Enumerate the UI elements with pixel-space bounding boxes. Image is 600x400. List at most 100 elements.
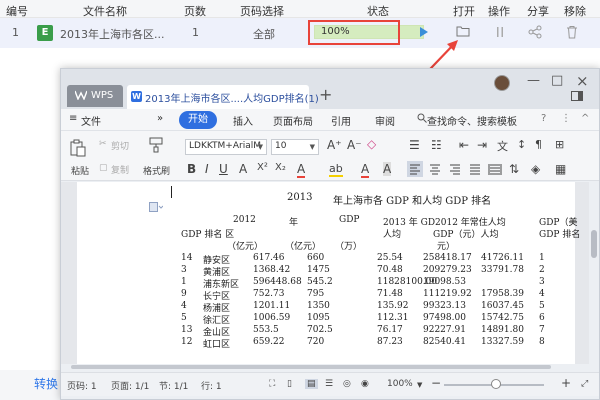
copy-label: 复制 (111, 166, 130, 176)
search-command-input[interactable]: 查找命令、搜索模板 (427, 113, 517, 128)
user-avatar[interactable] (494, 75, 510, 91)
strikethrough-icon[interactable]: A (239, 162, 247, 176)
read-mode-icon[interactable]: ▯ (287, 379, 292, 389)
col-remove: 移除 (564, 5, 586, 18)
subscript-icon[interactable]: X₂ (275, 162, 286, 173)
highlight-icon[interactable]: ab (329, 162, 343, 177)
char-shading-icon[interactable]: A (383, 162, 392, 176)
more-icon[interactable]: ⋮ (561, 113, 571, 124)
superscript-icon[interactable]: X² (257, 162, 268, 173)
status-bar: 页码: 1 页面: 1/1 节: 1/1 行: 1 ⛶ ▯ ▤ ☰ ◎ ◉ 10… (61, 372, 599, 396)
file-row[interactable]: 1 E 2013年上海市各区... 1 全部 (0, 18, 600, 48)
col-share: 分享 (527, 5, 549, 18)
tab-start[interactable]: 开始 (179, 111, 217, 129)
distribute-icon[interactable] (487, 161, 503, 177)
maximize-button[interactable]: □ (551, 73, 563, 88)
underline-icon[interactable]: U (219, 162, 228, 176)
chevron-down-icon: ▼ (257, 143, 263, 151)
tab-page-layout[interactable]: 页面布局 (273, 113, 313, 128)
sidebar-toggle-icon[interactable] (571, 91, 583, 101)
vertical-scroll-thumb[interactable] (591, 230, 597, 258)
zoom-slider-knob[interactable] (491, 379, 501, 389)
cell-2012-gdp: 1368.42 (253, 265, 291, 275)
menu-icon[interactable]: ≡ (69, 113, 77, 124)
fit-window-icon[interactable]: ⤢ (581, 379, 588, 389)
tab-review[interactable]: 审阅 (375, 113, 395, 128)
eye-protect-icon[interactable]: ◉ (361, 379, 369, 389)
zoom-value[interactable]: 100% (387, 379, 413, 389)
shrink-font-icon[interactable]: A⁻ (347, 138, 362, 152)
document-page[interactable]: 2013 年上海市各 GDP 和人均 GDP 排名 2012 年 GDP 201… (77, 182, 580, 364)
col-status: 状态 (367, 5, 389, 18)
zoom-dropdown-icon[interactable]: ▼ (417, 381, 422, 389)
cell-population: 70.48 (377, 265, 403, 275)
tab-insert[interactable]: 插入 (233, 113, 253, 128)
indent-icon[interactable]: ⇥ (477, 138, 487, 152)
font-color-red-icon[interactable]: A (297, 162, 306, 178)
row-page-select[interactable]: 全部 (253, 26, 275, 42)
cell-per-capita-yuan: 209279.23 (423, 265, 472, 275)
numbered-list-icon[interactable]: ☷ (431, 138, 442, 152)
table-icon[interactable]: ⊞ (555, 138, 564, 151)
font-size-select[interactable]: 10 ▼ (271, 139, 319, 155)
status-page: 页面: 1/1 (111, 382, 150, 392)
zoom-in-button[interactable]: + (561, 376, 571, 390)
status-page-code[interactable]: 页码: 1 (67, 379, 97, 392)
tab-document[interactable]: W 2013年上海市各区....人均GDP排名(1) (127, 85, 319, 109)
tab-references[interactable]: 引用 (331, 113, 351, 128)
font-color-icon[interactable]: A (361, 162, 370, 178)
outdent-icon[interactable]: ⇤ (459, 138, 469, 152)
clear-format-icon[interactable]: ◇ (367, 137, 376, 151)
horizontal-scroll-thumb[interactable] (71, 365, 551, 369)
align-center-icon[interactable] (427, 161, 443, 177)
fullscreen-icon[interactable]: ⛶ (269, 379, 275, 389)
align-left-icon[interactable] (407, 161, 423, 177)
sort-icon[interactable]: ↕ (517, 138, 526, 151)
trash-icon[interactable] (566, 25, 578, 39)
convert-link[interactable]: 转换 (34, 375, 58, 392)
chinese-layout-icon[interactable]: 文 (497, 138, 508, 154)
show-marks-icon[interactable]: ¶ (535, 138, 542, 151)
close-button[interactable]: × (576, 72, 589, 90)
tab-file[interactable]: 文件 (81, 113, 101, 128)
cell-per-capita-yuan: 92227.91 (423, 325, 466, 335)
pause-icon[interactable] (495, 26, 505, 38)
justify-icon[interactable] (467, 161, 483, 177)
cell-2012-gdp: 1201.11 (253, 301, 291, 311)
cell-2013-gdp: 702.5 (307, 325, 333, 335)
web-view-icon[interactable]: ◎ (343, 379, 351, 389)
wps-logo-icon (75, 90, 87, 100)
format-painter-icon[interactable] (149, 137, 163, 153)
font-name-value: LDKKTM+ArialM (189, 141, 261, 151)
cut-icon[interactable]: ✂ (99, 139, 107, 149)
outline-view-icon[interactable]: ☰ (325, 379, 333, 389)
cell-population: 135.92 (377, 301, 409, 311)
cell-2012-rank: 4 (181, 301, 187, 311)
minimize-button[interactable]: — (527, 73, 540, 88)
copy-icon[interactable]: ▢ (99, 163, 108, 173)
shading-icon[interactable]: ◈ (531, 162, 540, 176)
paste-icon[interactable] (69, 139, 87, 157)
vertical-scrollbar[interactable] (589, 182, 599, 364)
search-icon[interactable] (417, 113, 427, 123)
bold-icon[interactable]: B (187, 162, 196, 176)
help-icon[interactable]: ? (541, 113, 546, 124)
new-tab-button[interactable]: + (319, 85, 332, 104)
share-icon[interactable] (528, 25, 542, 39)
align-right-icon[interactable] (447, 161, 463, 177)
italic-icon[interactable]: I (205, 162, 209, 176)
bullet-list-icon[interactable]: ☰ (409, 138, 420, 152)
cell-2012-gdp: 752.73 (253, 289, 285, 299)
font-name-select[interactable]: LDKKTM+ArialM ▼ (185, 139, 267, 155)
horizontal-scrollbar[interactable] (61, 364, 589, 370)
collapse-ribbon-icon[interactable]: ^ (581, 113, 589, 124)
borders-icon[interactable]: ▦ (555, 162, 566, 176)
doc-structure-icon[interactable] (149, 202, 163, 212)
page-view-icon[interactable]: ▤ (305, 379, 318, 389)
line-spacing-icon[interactable]: ⇅ (509, 162, 519, 176)
cell-population: 71.48 (377, 289, 403, 299)
grow-font-icon[interactable]: A⁺ (327, 138, 342, 152)
zoom-out-button[interactable]: − (431, 376, 441, 390)
tab-wps-home[interactable]: WPS (67, 85, 123, 107)
tab-more[interactable]: » (157, 113, 163, 124)
